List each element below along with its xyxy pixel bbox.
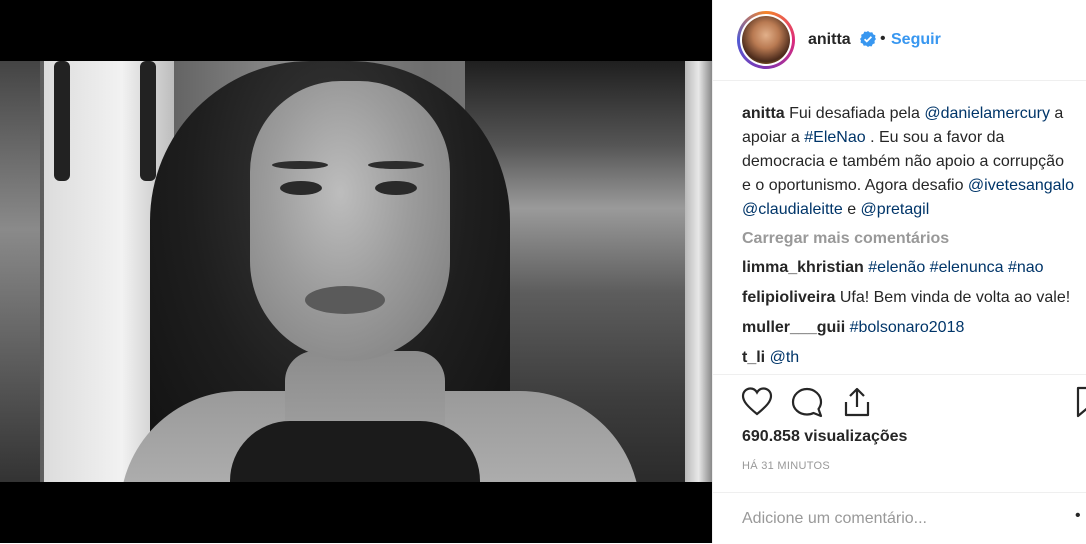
post-timestamp[interactable]: HÁ 31 MINUTOS (742, 460, 830, 472)
heart-icon[interactable] (740, 385, 774, 419)
comment-mention[interactable]: @th (770, 349, 800, 366)
eyebrow (272, 161, 328, 169)
comment-hashtags[interactable]: #elenão #elenunca #nao (868, 259, 1043, 276)
comment-item: felipioliveira Ufa! Bem vinda de volta a… (742, 286, 1077, 310)
caption-text: Fui desafiada pela (789, 105, 925, 122)
person-top (230, 421, 480, 482)
mention-link[interactable]: @claudialeitte (742, 201, 843, 218)
add-comment-section: • (713, 492, 1086, 544)
comments-list[interactable]: anitta Fui desafiada pela @danielamercur… (742, 102, 1077, 374)
hashtag-link[interactable]: #EleNao (804, 129, 865, 146)
video-player[interactable] (0, 0, 712, 543)
person-face (250, 81, 450, 361)
comment-item: t_li @th (742, 346, 1077, 370)
post-sidebar: anitta • Seguir anitta Fui desafiada pel… (712, 0, 1086, 543)
mention-link[interactable]: @ivetesangalo (968, 177, 1074, 194)
comment-username[interactable]: limma_khristian (742, 259, 864, 276)
comment-item: limma_khristian #elenão #elenunca #nao (742, 256, 1077, 280)
more-options-dot[interactable]: • (1075, 507, 1081, 525)
avatar-border (740, 14, 792, 66)
door-handle (140, 61, 156, 181)
add-comment-input[interactable] (742, 510, 1042, 528)
comment-username[interactable]: muller___guii (742, 319, 845, 336)
avatar-image (742, 16, 790, 64)
post-caption: anitta Fui desafiada pela @danielamercur… (742, 102, 1077, 222)
lips (305, 286, 385, 314)
background-door (0, 61, 40, 482)
video-frame[interactable] (0, 61, 712, 482)
comment-username[interactable]: felipioliveira (742, 289, 835, 306)
views-count[interactable]: 690.858 visualizações (742, 428, 907, 446)
caption-text: e (842, 201, 861, 218)
follow-button[interactable]: Seguir (891, 31, 941, 49)
share-icon[interactable] (840, 385, 874, 419)
bookmark-icon[interactable] (1073, 385, 1086, 419)
comment-hashtags[interactable]: #bolsonaro2018 (850, 319, 965, 336)
comment-icon[interactable] (790, 385, 824, 419)
caption-username[interactable]: anitta (742, 105, 785, 122)
avatar[interactable] (737, 11, 795, 69)
mention-link[interactable]: @danielamercury (924, 105, 1050, 122)
comment-text: Ufa! Bem vinda de volta ao vale! (839, 289, 1071, 306)
mention-link[interactable]: @pretagil (861, 201, 930, 218)
comment-item: muller___guii #bolsonaro2018 (742, 316, 1077, 340)
header-separator: • (880, 30, 886, 47)
eyebrow (368, 161, 424, 169)
load-more-comments-button[interactable]: Carregar mais comentários (742, 227, 1077, 251)
header-username[interactable]: anitta (808, 31, 851, 49)
comment-username[interactable]: t_li (742, 349, 765, 366)
post-header: anitta • Seguir (713, 0, 1086, 81)
verified-icon (860, 31, 876, 47)
eye (280, 181, 322, 195)
eye (375, 181, 417, 195)
post-actions (713, 374, 1086, 427)
door-handle (54, 61, 70, 181)
window-frame (685, 61, 712, 482)
